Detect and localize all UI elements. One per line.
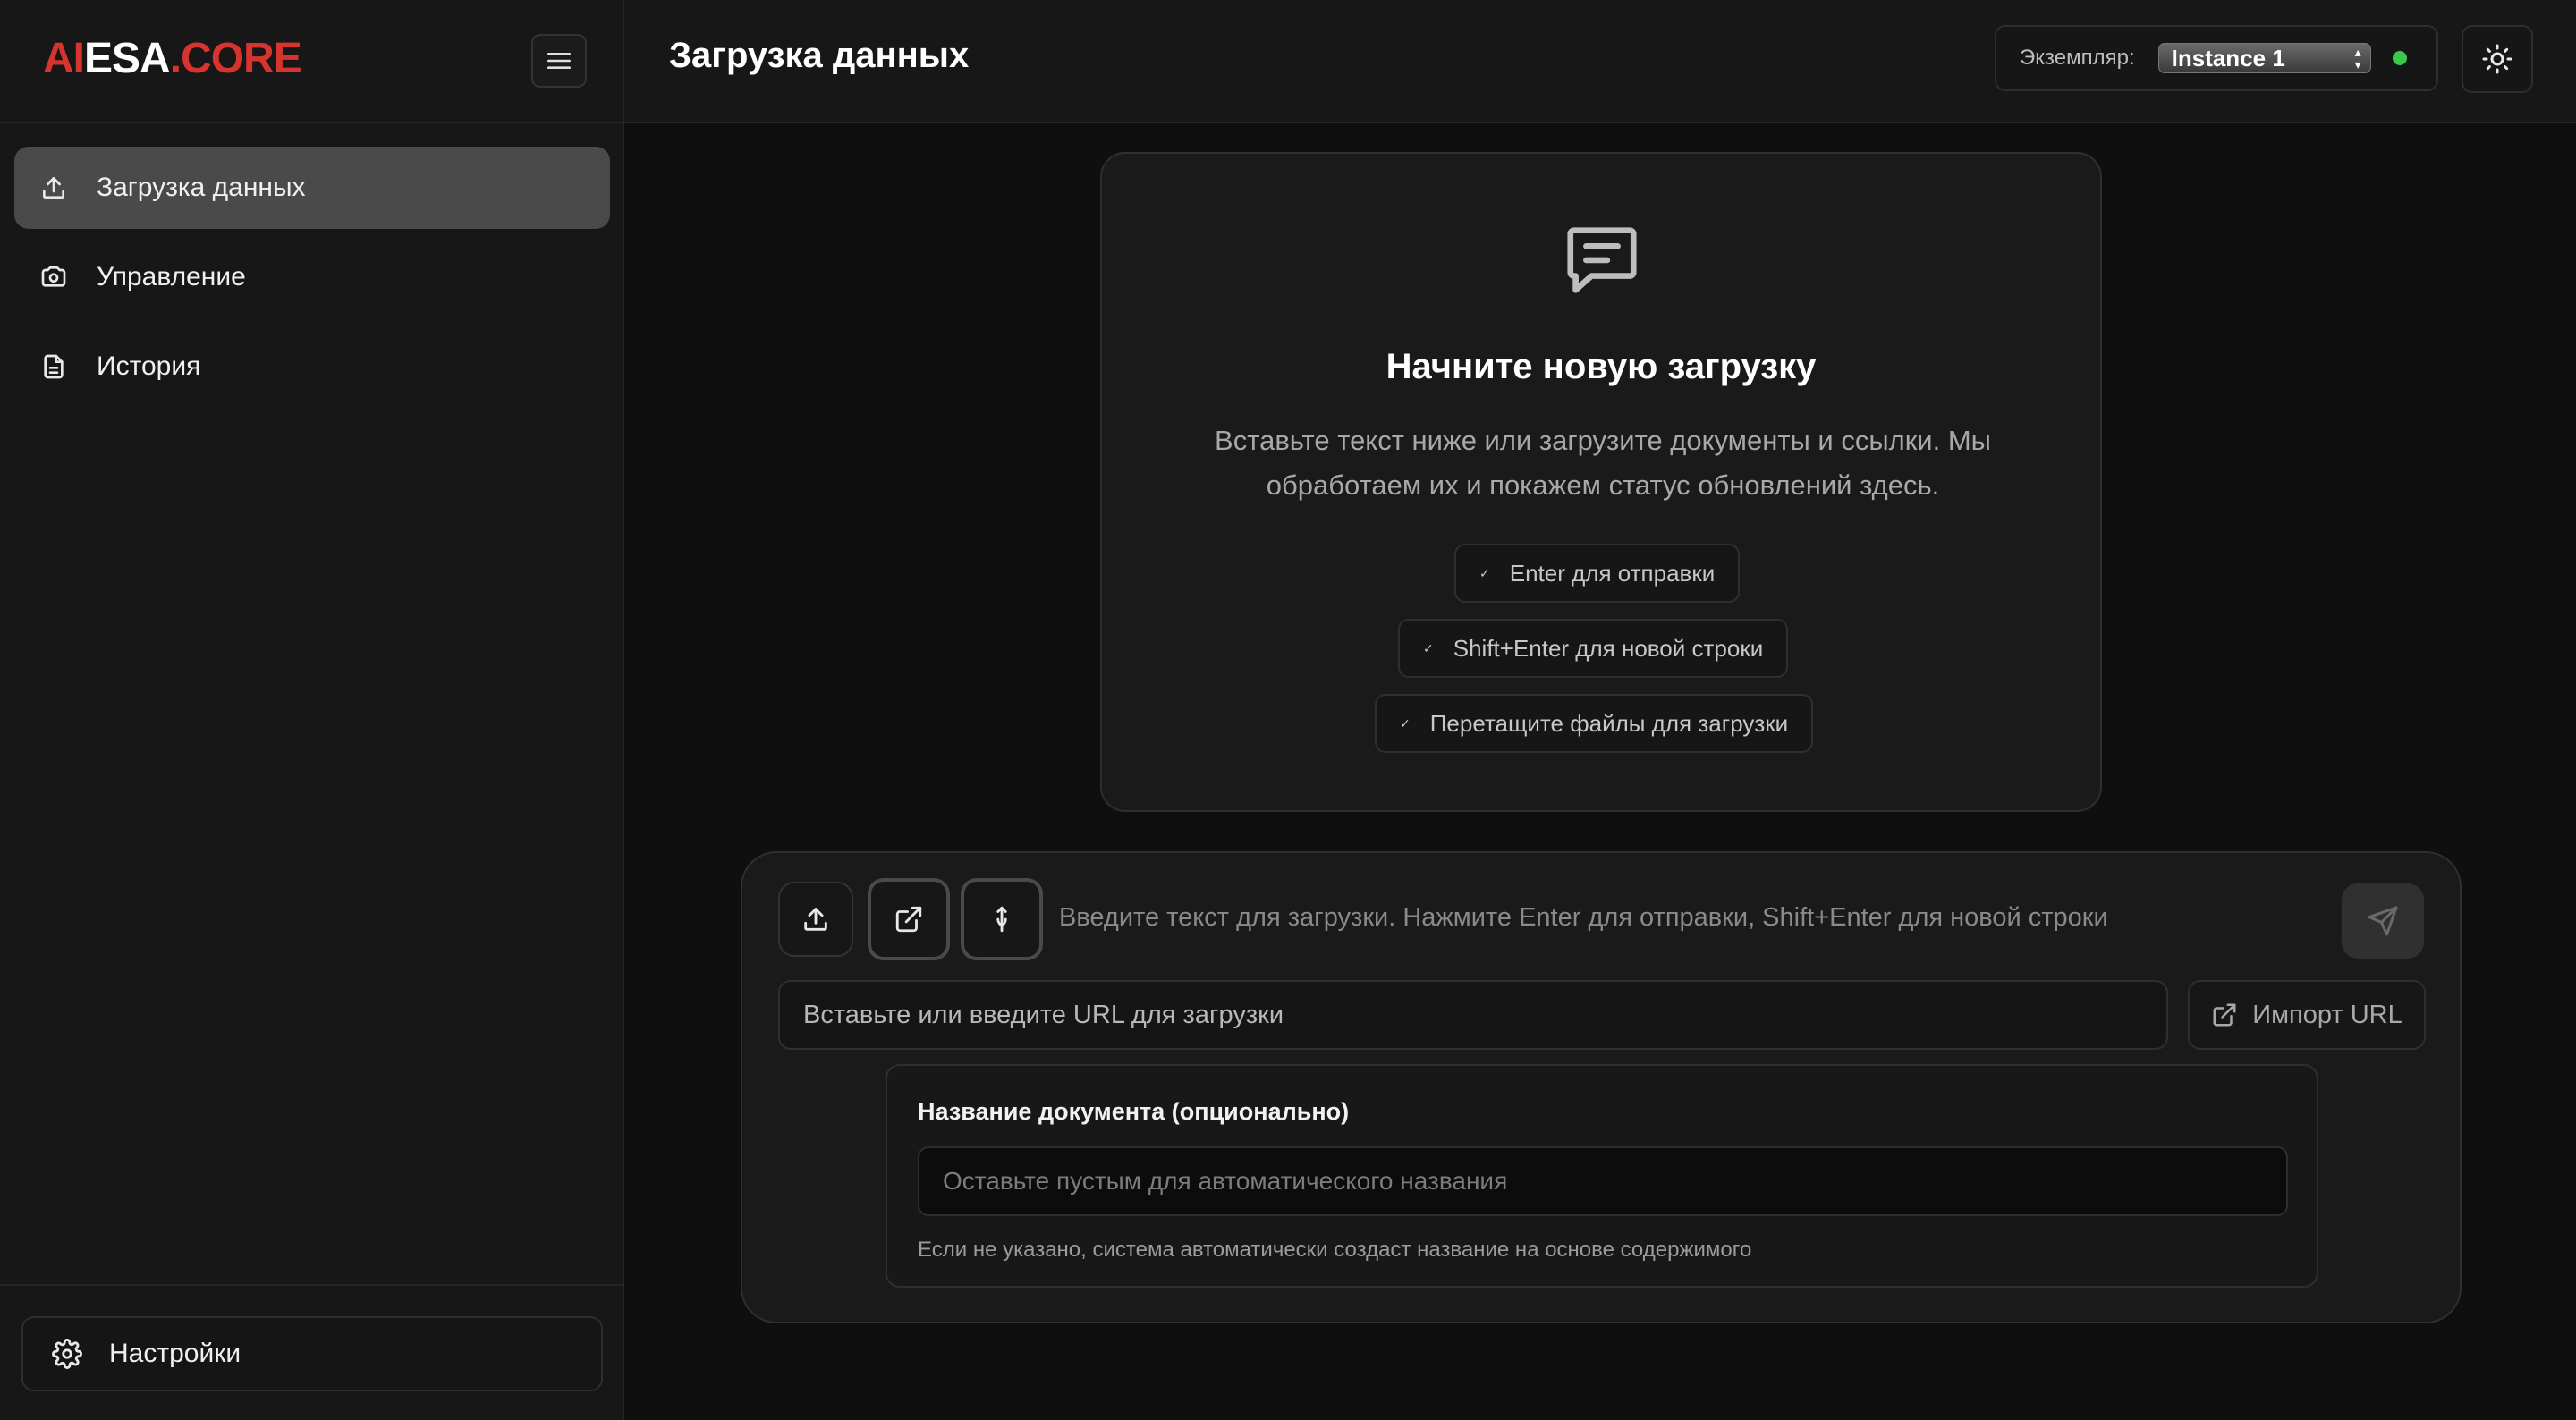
instance-value: Instance 1: [2171, 44, 2285, 72]
settings-button[interactable]: Настройки: [21, 1316, 603, 1391]
sidebar-item-management[interactable]: Управление: [14, 236, 610, 318]
hamburger-icon: [547, 53, 571, 69]
gear-icon: [52, 1339, 82, 1369]
sidebar-item-label: История: [97, 351, 201, 381]
message-icon: [1567, 227, 1637, 293]
document-name-input[interactable]: Оставьте пустым для автоматического назв…: [918, 1146, 2288, 1216]
check-icon: ✓: [1400, 715, 1411, 731]
url-input-placeholder: Вставьте или введите URL для загрузки: [803, 1000, 1284, 1029]
document-name-placeholder: Оставьте пустым для автоматического назв…: [943, 1167, 1508, 1195]
hint-shift-enter: ✓ Shift+Enter для новой строки: [1398, 619, 1789, 678]
external-link-icon: [2211, 1002, 2238, 1028]
top-bar: Загрузка данных Экземпляр: Instance 1 ▴ ▾: [624, 0, 2576, 123]
sun-icon: [2482, 44, 2512, 74]
text-input[interactable]: Введите текст для загрузки. Нажмите Ente…: [1059, 903, 2108, 933]
welcome-card: Начните новую загрузку Вставьте текст ни…: [1100, 152, 2102, 812]
instance-label: Экземпляр:: [2020, 46, 2135, 70]
select-arrows-icon: ▴ ▾: [2354, 45, 2361, 72]
instance-selector: Экземпляр: Instance 1 ▴ ▾: [1995, 25, 2438, 91]
sidebar: AIESA.CORE Загрузка данных Управление Ис…: [0, 0, 624, 1420]
sidebar-footer: Настройки: [0, 1284, 623, 1420]
import-url-label: Импорт URL: [2252, 1000, 2402, 1029]
document-name-label: Название документа (опционально): [918, 1098, 1350, 1125]
sidebar-header: AIESA.CORE: [0, 0, 623, 123]
document-icon: [39, 352, 68, 381]
hint-label: Shift+Enter для новой строки: [1453, 634, 1764, 662]
instance-select[interactable]: Instance 1 ▴ ▾: [2157, 43, 2371, 73]
add-link-button[interactable]: [868, 878, 950, 960]
sidebar-item-upload[interactable]: Загрузка данных: [14, 147, 610, 229]
send-icon: [2368, 906, 2398, 936]
import-url-button[interactable]: Импорт URL: [2188, 980, 2426, 1050]
status-indicator: [2392, 51, 2407, 65]
welcome-description: Вставьте текст ниже или загрузите докуме…: [1215, 425, 1991, 501]
check-icon: ✓: [1423, 640, 1434, 655]
hint-label: Enter для отправки: [1509, 559, 1716, 587]
upload-icon: [39, 173, 68, 202]
settings-label: Настройки: [109, 1339, 242, 1368]
camera-icon: [39, 263, 68, 292]
sidebar-item-history[interactable]: История: [14, 325, 610, 408]
hint-enter: ✓ Enter для отправки: [1454, 544, 1741, 603]
send-button[interactable]: [2342, 883, 2424, 959]
touch-action-button[interactable]: [961, 878, 1043, 960]
logo-part-esa: ESA: [84, 35, 171, 82]
sidebar-item-label: Загрузка данных: [97, 173, 306, 202]
hint-label: Перетащите файлы для загрузки: [1429, 709, 1789, 737]
sidebar-item-label: Управление: [97, 262, 246, 292]
logo[interactable]: AIESA.CORE: [43, 35, 302, 82]
upload-icon: [804, 908, 827, 931]
document-name-hint: Если не указано, система автоматически с…: [918, 1238, 1752, 1262]
upload-file-button[interactable]: [778, 882, 853, 957]
logo-part-core: .CORE: [169, 35, 302, 82]
menu-toggle-button[interactable]: [531, 34, 587, 88]
check-icon: ✓: [1479, 565, 1490, 580]
logo-part-ai: AI: [43, 35, 85, 82]
welcome-title: Начните новую загрузку: [1385, 347, 1817, 386]
hint-drag-files: ✓ Перетащите файлы для загрузки: [1375, 694, 1814, 753]
external-link-icon: [895, 906, 922, 933]
theme-toggle-button[interactable]: [2462, 25, 2533, 93]
page-title: Загрузка данных: [669, 36, 970, 75]
pointer-icon: [996, 906, 1007, 933]
document-name-panel: Название документа (опционально) Оставьт…: [886, 1064, 2318, 1288]
upload-composer: Введите текст для загрузки. Нажмите Ente…: [741, 851, 2462, 1323]
url-input[interactable]: Вставьте или введите URL для загрузки: [778, 980, 2168, 1050]
